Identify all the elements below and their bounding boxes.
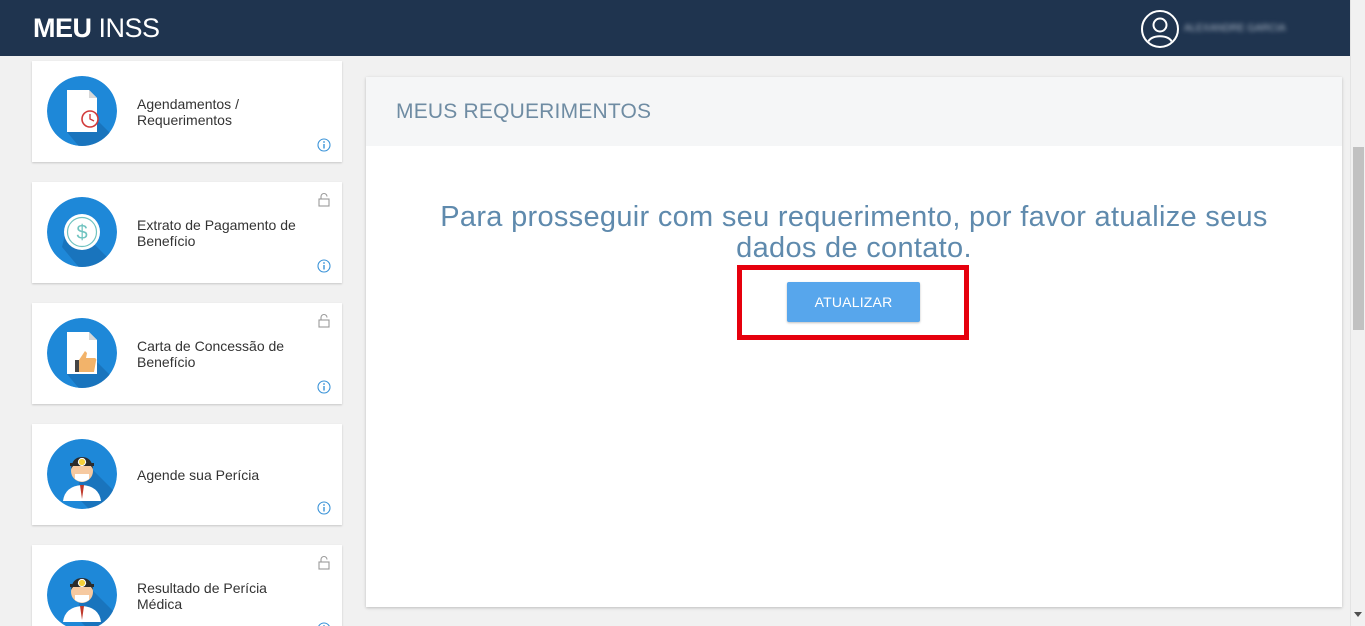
svg-text:$: $ — [76, 222, 87, 244]
brand-bold-text: MEU — [33, 13, 92, 43]
lock-icon — [318, 555, 330, 571]
info-icon[interactable] — [317, 259, 331, 273]
top-bar: MEU INSS ALEXANDRE GARCIA — [0, 0, 1350, 56]
sidebar-item-label: Resultado de Perícia Médica — [137, 579, 267, 612]
sidebar-item-carta-concessao[interactable]: Carta de Concessão de Benefício — [32, 303, 342, 404]
sidebar-item-label: Agendamentos / Requerimentos — [137, 95, 239, 128]
user-name[interactable]: ALEXANDRE GARCIA — [1184, 23, 1302, 35]
sidebar-item-resultado-pericia[interactable]: Resultado de Perícia Médica — [32, 545, 342, 626]
page-scrollbar[interactable] — [1350, 0, 1365, 626]
brand-light-text: INSS — [98, 13, 161, 43]
sidebar-item-label: Agende sua Perícia — [137, 466, 260, 483]
info-icon[interactable] — [317, 138, 331, 152]
sidebar-item-agende-pericia[interactable]: Agende sua Perícia — [32, 424, 342, 525]
panel-header: MEUS REQUERIMENTOS — [366, 77, 1342, 146]
sidebar-item-agendamentos[interactable]: Agendamentos / Requerimentos — [32, 61, 342, 162]
dollar-icon: $ — [47, 197, 117, 267]
user-circle-icon[interactable] — [1141, 10, 1179, 48]
document-thumbs-up-icon — [47, 318, 117, 388]
scroll-down-arrow-icon[interactable] — [1354, 612, 1362, 617]
app-logo[interactable]: MEU INSS — [33, 13, 160, 44]
update-contact-message: Para prosseguir com seu requerimento, po… — [440, 201, 1268, 264]
sidebar-item-label: Extrato de Pagamento de Benefício — [137, 216, 296, 249]
requerimentos-panel: MEUS REQUERIMENTOS Para prosseguir com s… — [366, 77, 1342, 607]
doctor-icon — [47, 439, 117, 509]
update-button[interactable]: ATUALIZAR — [787, 282, 920, 322]
lock-icon — [318, 192, 330, 208]
page-title: MEUS REQUERIMENTOS — [396, 99, 652, 123]
info-icon[interactable] — [317, 380, 331, 394]
info-icon[interactable] — [317, 501, 331, 515]
doctor-icon — [47, 560, 117, 626]
scrollbar-thumb[interactable] — [1353, 147, 1364, 330]
sidebar-item-label: Carta de Concessão de Benefício — [137, 337, 285, 370]
info-icon[interactable] — [317, 622, 331, 626]
document-clock-icon — [47, 76, 117, 146]
sidebar-item-extrato[interactable]: $ Extrato de Pagamento de Benefício — [32, 182, 342, 283]
lock-icon — [318, 313, 330, 329]
